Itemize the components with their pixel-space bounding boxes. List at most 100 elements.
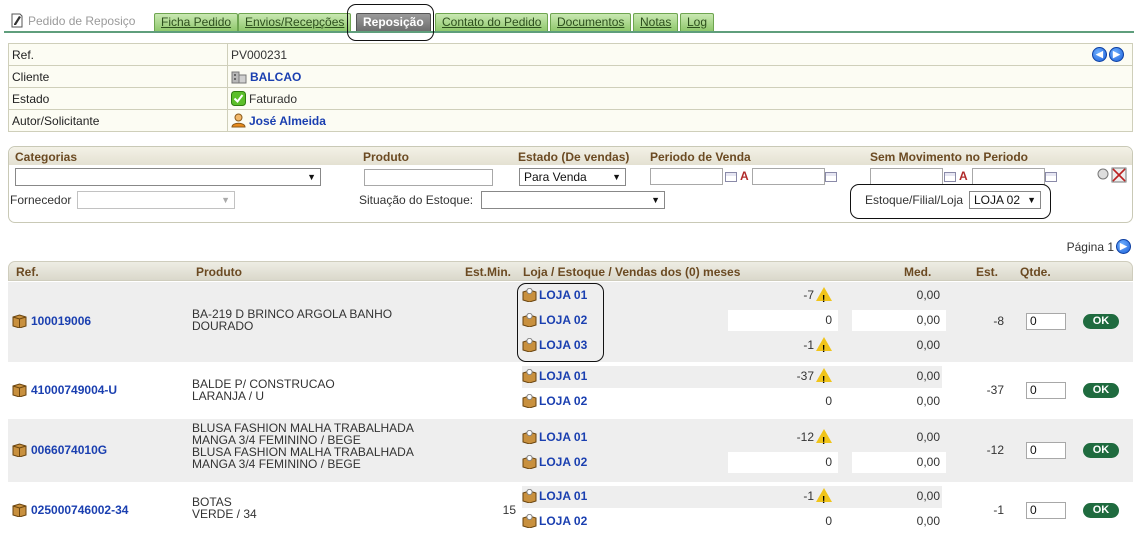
periodo-venda-from-input[interactable] [650, 168, 723, 185]
ok-button[interactable]: OK [1083, 443, 1119, 458]
autor-value-cell: José Almeida [227, 109, 1133, 132]
store-med: 0,00 [916, 288, 940, 302]
store-link[interactable]: LOJA 01 [539, 369, 587, 383]
pagination: Página 1 ▶ [1067, 239, 1131, 254]
store-entry: LOJA 01 -1 0,00 [522, 486, 942, 511]
row-ref-link[interactable]: 100019006 [31, 314, 91, 328]
calendar-icon[interactable] [944, 172, 956, 182]
highlight-ring-stores [517, 283, 604, 362]
estado-value: Faturado [249, 91, 298, 106]
store-stock: -12 [728, 427, 838, 452]
store-stock: -1 [728, 486, 838, 511]
store-box-icon [522, 514, 537, 528]
calendar-icon[interactable] [725, 172, 737, 182]
row-est: -1 [993, 503, 1004, 517]
store-link[interactable]: LOJA 02 [539, 514, 587, 528]
row-ref: 100019006 [12, 314, 91, 328]
box-icon [12, 443, 27, 457]
estado-vendas-select[interactable]: Para Venda ▼ [519, 168, 626, 186]
warning-icon [816, 287, 832, 310]
store-name: LOJA 02 [522, 514, 587, 528]
stock-value: -37 [796, 369, 814, 383]
periodo-venda-to-input[interactable] [752, 168, 825, 185]
tab-ficha-pedido[interactable]: Ficha Pedido [154, 13, 239, 31]
store-link[interactable]: LOJA 02 [539, 455, 587, 469]
store-med: 0,00 [852, 310, 946, 331]
row-est: -37 [986, 383, 1004, 397]
warning-icon [816, 488, 832, 511]
cliente-label: Cliente [8, 65, 228, 88]
warning-icon [816, 368, 832, 391]
store-stock: 0 [825, 394, 832, 408]
col-estmin: Est.Min. [465, 265, 512, 279]
store-name: LOJA 01 [522, 489, 587, 503]
tab-documentos[interactable]: Documentos [550, 13, 632, 31]
store-entry: LOJA 01 -12 0,00 [522, 427, 942, 452]
situacao-estoque-select[interactable]: ▼ [481, 191, 665, 209]
calendar-icon[interactable] [1045, 172, 1057, 182]
ok-button[interactable]: OK [1083, 383, 1119, 398]
store-med: 0,00 [852, 452, 946, 473]
categorias-label: Categorias [15, 150, 78, 164]
store-link[interactable]: LOJA 01 [539, 489, 587, 503]
app-title: Pedido de Reposiço [10, 13, 135, 28]
fornecedor-select[interactable]: ▼ [77, 191, 235, 209]
produto-input[interactable] [364, 169, 493, 186]
fornecedor-label: Fornecedor [10, 193, 72, 207]
row-estmin: 15 [502, 503, 516, 517]
store-link[interactable]: LOJA 02 [539, 394, 587, 408]
prev-arrow-icon[interactable]: ◀ [1092, 47, 1107, 62]
store-box-icon [522, 455, 537, 469]
next-arrow-icon[interactable]: ▶ [1109, 47, 1124, 62]
row-ref-link[interactable]: 41000749004-U [31, 383, 117, 397]
store-link[interactable]: LOJA 01 [539, 430, 587, 444]
cliente-value-cell: BALCAO [227, 65, 1133, 88]
qtde-input[interactable]: 0 [1026, 313, 1066, 330]
categorias-select[interactable]: ▼ [15, 168, 321, 186]
calendar-icon[interactable] [825, 172, 837, 182]
store-name: LOJA 01 [522, 430, 587, 444]
estado-vendas-value: Para Venda [524, 170, 587, 184]
col-produto: Produto [196, 265, 242, 279]
row-ref-link[interactable]: 0066074010G [31, 443, 107, 457]
tab-envios-recepcoes[interactable]: Envios/Recepções [238, 13, 352, 31]
chevron-down-icon: ▼ [307, 172, 316, 182]
warning-icon [816, 429, 832, 452]
store-stock: 0 [728, 310, 838, 331]
search-clear-icons[interactable] [1096, 167, 1128, 183]
highlight-ring-tab [347, 4, 434, 41]
store-name: LOJA 02 [522, 455, 587, 469]
col-med: Med. [904, 265, 932, 279]
chevron-down-icon: ▼ [651, 195, 660, 205]
ref-label: Ref. [8, 43, 228, 66]
store-stock: -1 [728, 335, 838, 360]
store-entry: LOJA 01 -37 0,00 [522, 366, 942, 391]
store-med: 0,00 [916, 514, 940, 528]
sem-mov-to-input[interactable] [972, 168, 1045, 185]
next-page-arrow-icon[interactable]: ▶ [1116, 239, 1131, 254]
tab-notas[interactable]: Notas [633, 13, 679, 31]
qtde-input[interactable]: 0 [1026, 382, 1066, 399]
row-produto: BA-219 D BRINCO ARGOLA BANHO DOURADO [192, 308, 392, 332]
row-ref: 41000749004-U [12, 383, 117, 397]
periodo-a-label: A [740, 169, 749, 183]
row-ref-link[interactable]: 025000746002-34 [31, 503, 128, 517]
qtde-input[interactable]: 0 [1026, 442, 1066, 459]
autor-label: Autor/Solicitante [8, 109, 228, 132]
store-med: 0,00 [916, 430, 940, 444]
ok-button[interactable]: OK [1083, 314, 1119, 329]
chevron-down-icon: ▼ [612, 172, 621, 182]
stock-value: -7 [803, 288, 814, 302]
qtde-input[interactable]: 0 [1026, 502, 1066, 519]
store-stock: 0 [825, 514, 832, 528]
tab-contato-do-pedido[interactable]: Contato do Pedido [435, 13, 549, 31]
autor-link[interactable]: José Almeida [249, 114, 326, 128]
box-icon [12, 503, 27, 517]
tab-log[interactable]: Log [680, 13, 715, 31]
app-title-text: Pedido de Reposiço [28, 13, 136, 28]
cliente-link[interactable]: BALCAO [250, 70, 301, 84]
sem-mov-from-input[interactable] [870, 168, 943, 185]
ok-button[interactable]: OK [1083, 503, 1119, 518]
building-icon [231, 71, 247, 83]
store-stock: -7 [728, 285, 838, 310]
